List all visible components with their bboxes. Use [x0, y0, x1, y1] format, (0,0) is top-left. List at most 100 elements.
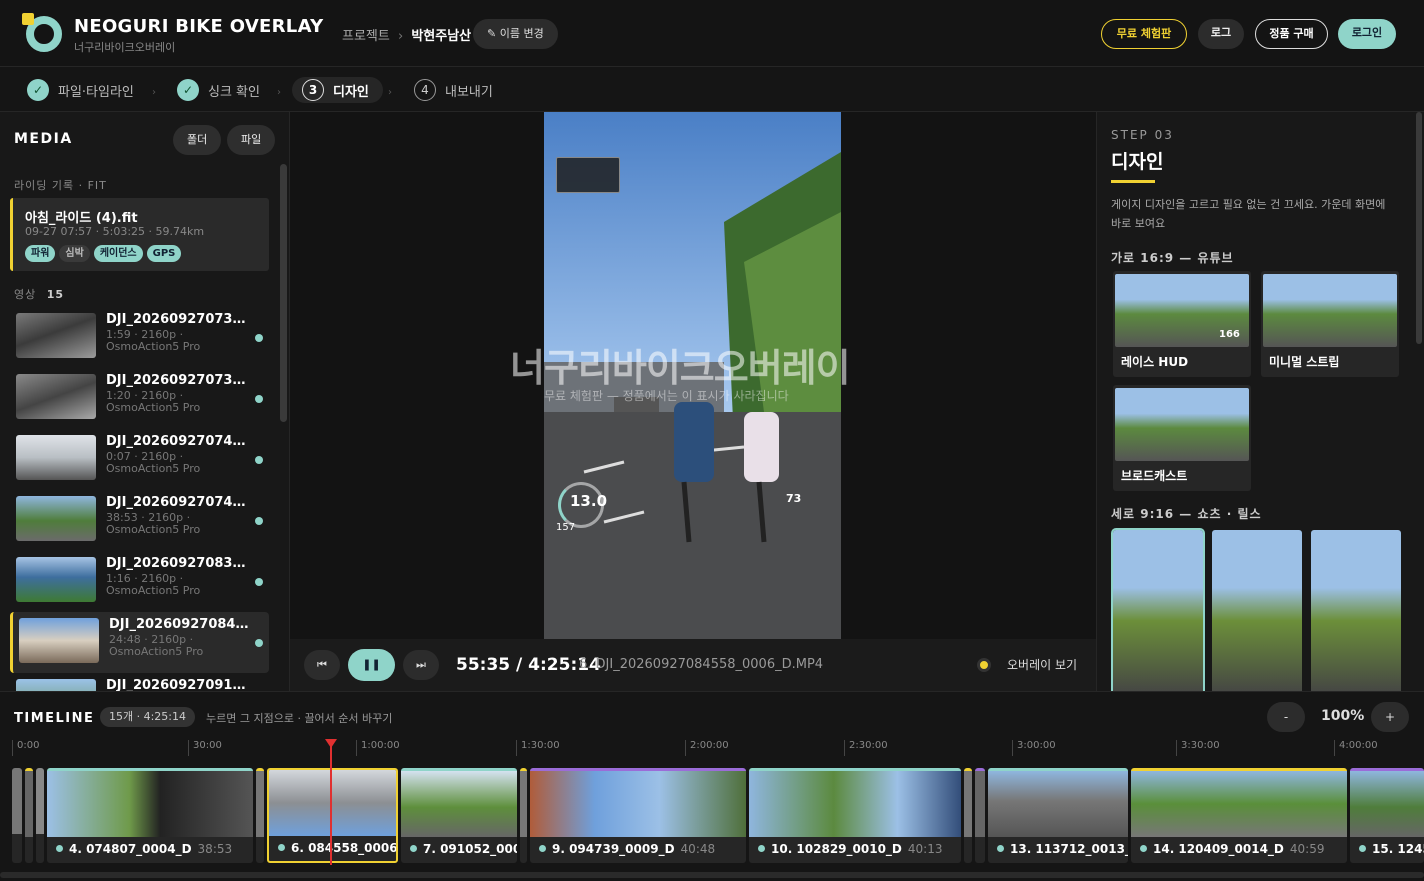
overlay-toggle[interactable]: [977, 658, 991, 672]
design-title: 디자인: [1111, 151, 1164, 173]
video-meta: 38:53 · 2160p · OsmoAction5 Pro: [106, 511, 201, 536]
step-label: 내보내기: [445, 84, 493, 100]
step-kicker: STEP 03: [1111, 128, 1174, 142]
timeline-clip-small[interactable]: [12, 768, 22, 863]
log-button[interactable]: 로그: [1198, 19, 1244, 49]
clip-thumbnail: [1131, 771, 1347, 837]
design-card-broadcast[interactable]: 브로드캐스트: [1113, 385, 1251, 491]
next-button[interactable]: ⏭: [403, 650, 439, 680]
clip-label: 4. 074807_0004_D 38:53: [56, 842, 232, 856]
timeline-scrollbar[interactable]: [0, 872, 1424, 878]
design-panel-scrollbar[interactable]: [1416, 112, 1422, 344]
video-item[interactable]: DJI_20260927083… 1:16 · 2160p · OsmoActio…: [10, 551, 269, 612]
prev-button[interactable]: ⏮: [304, 650, 340, 680]
step-label: 파일·타임라인: [58, 84, 134, 100]
video-meta: 0:07 · 2160p · OsmoAction5 Pro: [106, 450, 201, 475]
step-export[interactable]: 4 내보내기: [414, 77, 493, 103]
status-dot: [255, 456, 263, 464]
timeline-clip-small[interactable]: [975, 768, 985, 863]
breadcrumb-current: 박현주남산: [411, 29, 472, 44]
ride-section-label: 라이딩 기록 · FIT: [14, 179, 107, 192]
timeline-clip[interactable]: 9. 094739_0009_D 40:48: [530, 768, 746, 863]
current-filename: 6. DJI_20260927084558_0006_D.MP4: [579, 657, 824, 672]
timeline-ruler[interactable]: 0:00 30:00 1:00:00 1:30:00 2:00:00 2:30:…: [12, 740, 1424, 760]
timeline-clip-selected[interactable]: 6. 084558_0006_D: [267, 768, 398, 863]
chevron-right-icon: ›: [152, 87, 156, 98]
tag-gps: GPS: [146, 245, 182, 262]
zoom-out-button[interactable]: -: [1267, 702, 1305, 732]
player-controls: ⏮ ❚❚ ⏭ 55:35 / 4:25:14 6. DJI_2026092708…: [290, 639, 1096, 691]
step-sync[interactable]: ✓ 싱크 확인: [177, 77, 260, 103]
video-meta: 1:59 · 2160p · OsmoAction5 Pro: [106, 328, 201, 353]
timeline-clip[interactable]: 14. 120409_0014_D 40:59: [1131, 768, 1347, 863]
video-meta: 24:48 · 2160p · OsmoAction5 Pro: [109, 633, 204, 658]
status-dot: [255, 334, 263, 342]
fit-file-card[interactable]: 아침_라이드 (4).fit 09-27 07:57 · 5:03:25 · 5…: [10, 198, 269, 271]
video-thumbnail: [16, 679, 96, 691]
breadcrumb-project[interactable]: 프로젝트: [342, 29, 390, 44]
video-meta: 1:20 · 2160p · OsmoAction5 Pro: [106, 389, 201, 414]
video-name: DJI_20260927073…: [106, 312, 246, 327]
portrait-design-card[interactable]: [1311, 530, 1401, 691]
sidebar-scrollbar[interactable]: [280, 164, 287, 422]
fit-tags: 파워 심박 케이던스 GPS: [25, 245, 182, 262]
design-card-minimal-strip[interactable]: 미니멀 스트립: [1261, 271, 1399, 377]
overlay-toggle-label[interactable]: 오버레이 보기: [1007, 656, 1077, 673]
clip-label: 6. 084558_0006_D: [278, 841, 396, 855]
step-files-timeline[interactable]: ✓ 파일·타임라인: [27, 77, 134, 103]
check-icon: ✓: [177, 79, 199, 101]
trial-watermark-sub: 무료 체험판 — 정품에서는 이 표시가 사라집니다: [544, 389, 789, 403]
video-item[interactable]: DJI_20260927091…: [10, 673, 269, 691]
timeline-clip[interactable]: 4. 074807_0004_D 38:53: [47, 768, 253, 863]
ruler-tick: 3:30:00: [1176, 740, 1220, 756]
timeline-clip[interactable]: 15. 1245: [1350, 768, 1424, 863]
login-button[interactable]: 로그인: [1338, 19, 1396, 49]
clip-thumbnail: [1350, 771, 1424, 837]
timeline-clip[interactable]: 10. 102829_0010_D 40:13: [749, 768, 961, 863]
timeline-clip-small[interactable]: [520, 768, 527, 863]
step-design[interactable]: 3 디자인: [292, 77, 383, 103]
portrait-design-card[interactable]: [1111, 528, 1205, 691]
video-name: DJI_20260927091…: [106, 678, 246, 691]
video-thumbnail: [16, 557, 96, 602]
timeline-clip[interactable]: 7. 091052_0007: [401, 768, 517, 863]
design-preview: [1263, 274, 1397, 347]
video-section-label: 영상 15: [14, 286, 64, 302]
timeline-clip[interactable]: 13. 113712_0013_D: [988, 768, 1128, 863]
design-card-race-hud[interactable]: 166 레이스 HUD: [1113, 271, 1251, 377]
video-thumbnail: [16, 435, 96, 480]
timeline-playhead[interactable]: [325, 739, 337, 865]
rename-button[interactable]: ✎ 이름 변경: [473, 19, 558, 49]
video-name: DJI_20260927074…: [106, 495, 246, 510]
preview-panel: 13.0 157 73 너구리바이크오버레이 무료 체험판 — 정품에서는 이 …: [290, 112, 1096, 691]
add-folder-button[interactable]: 폴더: [173, 125, 222, 155]
tag-power: 파워: [25, 245, 56, 262]
timeline-clip-small[interactable]: [964, 768, 972, 863]
clip-label: 14. 120409_0014_D 40:59: [1140, 842, 1325, 856]
video-section-title: 영상: [14, 288, 37, 301]
portrait-design-card[interactable]: [1212, 530, 1302, 691]
video-item[interactable]: DJI_20260927074… 0:07 · 2160p · OsmoActio…: [10, 429, 269, 490]
power-value: 157: [556, 522, 576, 533]
timeline-clip-small[interactable]: [25, 768, 33, 863]
timeline-count-badge: 15개 · 4:25:14: [100, 707, 196, 727]
timeline-clip-small[interactable]: [256, 768, 264, 863]
ruler-tick: 1:30:00: [516, 740, 560, 756]
video-item[interactable]: DJI_20260927074… 38:53 · 2160p · OsmoActi…: [10, 490, 269, 551]
timeline-clip-small[interactable]: [36, 768, 44, 863]
ruler-tick: 2:30:00: [844, 740, 888, 756]
video-name: DJI_20260927084…: [109, 617, 249, 632]
video-item[interactable]: DJI_20260927073… 1:59 · 2160p · OsmoActio…: [10, 307, 269, 368]
video-list: DJI_20260927073… 1:59 · 2160p · OsmoActio…: [10, 307, 269, 691]
pause-button[interactable]: ❚❚: [348, 649, 395, 681]
add-file-button[interactable]: 파일: [227, 125, 276, 155]
ruler-tick: 2:00:00: [685, 740, 729, 756]
trial-button[interactable]: 무료 체험판: [1101, 19, 1187, 49]
video-name: DJI_20260927083…: [106, 556, 246, 571]
zoom-in-button[interactable]: +: [1371, 702, 1409, 732]
landscape-group-title: 가로 16:9 — 유튜브: [1111, 251, 1234, 265]
video-thumbnail: [19, 618, 99, 663]
video-item-selected[interactable]: DJI_20260927084… 24:48 · 2160p · OsmoActi…: [10, 612, 269, 673]
buy-button[interactable]: 정품 구매: [1255, 19, 1328, 49]
video-item[interactable]: DJI_20260927073… 1:20 · 2160p · OsmoActio…: [10, 368, 269, 429]
